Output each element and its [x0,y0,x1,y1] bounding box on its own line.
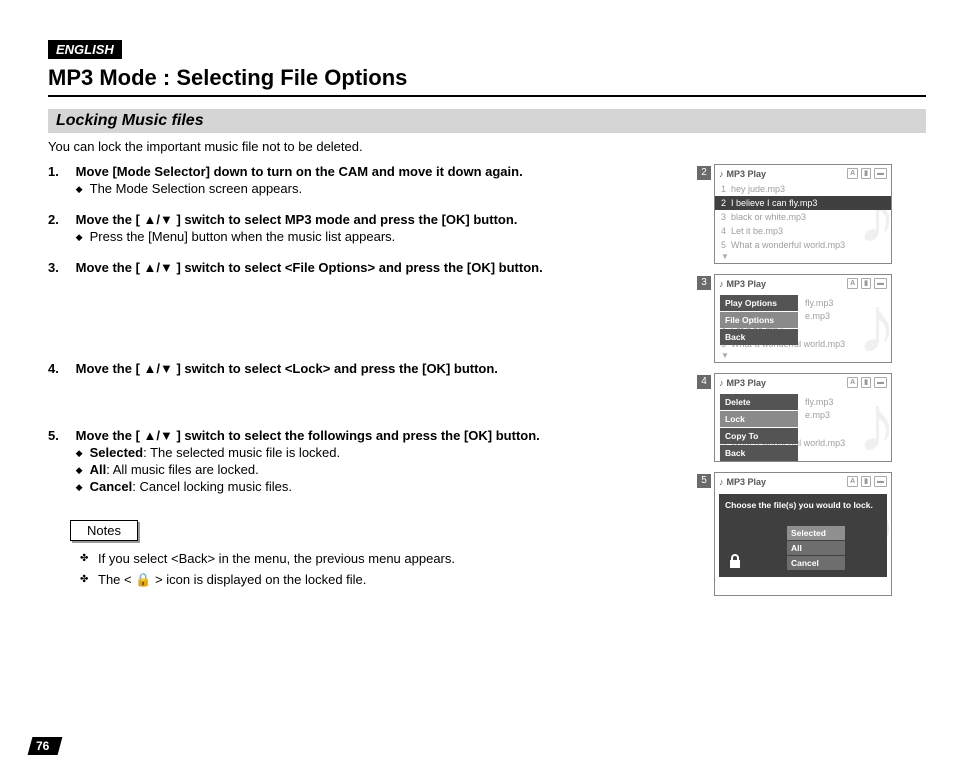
confirm-message: Choose the file(s) you would to lock. [725,500,881,510]
screens-column: 2 ♪ ♪ MP3 Play A▮▬ 1 hey jude.mp3 2 I be… [714,164,912,606]
notes-section: Notes If you select <Back> in the menu, … [70,520,698,588]
menu-lock[interactable]: Lock [720,411,798,427]
music-note-icon: ♪ [719,378,724,388]
menu-file-options[interactable]: File Options [720,312,798,328]
screen-step-badge: 2 [697,166,711,180]
options-menu: Play Options File Options Back [720,295,798,346]
screen-title: MP3 Play [727,477,767,487]
device-screen-4: ♪ ♪ MP3 Play A▮▬ fly.mp3 e.mp3 5 What a … [714,373,892,462]
screen-step-badge: 3 [697,276,711,290]
scroll-down-icon: ▼ [715,252,891,263]
menu-delete[interactable]: Delete [720,394,798,410]
step-2: 2. Move the [ ▲/▼ ] switch to select MP3… [48,212,698,244]
screen-title: MP3 Play [727,378,767,388]
step-heading: Move the [ ▲/▼ ] switch to select MP3 mo… [76,212,518,227]
music-note-icon: ♪ [719,279,724,289]
note-item: If you select <Back> in the menu, the pr… [70,551,698,566]
step-sub: Cancel: Cancel locking music files. [76,479,686,494]
section-subtitle: Locking Music files [48,109,926,133]
step-5: 5. Move the [ ▲/▼ ] switch to select the… [48,428,698,494]
screen-step-badge: 5 [697,474,711,488]
step-heading: Move the [ ▲/▼ ] switch to select <Lock>… [76,361,498,376]
notes-label: Notes [70,520,138,541]
page-number-badge: 76 [28,735,62,757]
device-screen-3: ♪ ♪ MP3 Play A▮▬ fly.mp3 e.mp3 4 Let it … [714,274,892,363]
step-4: 4. Move the [ ▲/▼ ] switch to select <Lo… [48,361,698,376]
page-title: MP3 Mode : Selecting File Options [48,65,926,97]
step-3: 3. Move the [ ▲/▼ ] switch to select <Fi… [48,260,698,275]
language-badge: ENGLISH [48,40,122,59]
scroll-down-icon: ▼ [715,351,891,362]
step-sub: Press the [Menu] button when the music l… [76,229,686,244]
lock-icon [727,553,743,571]
step-heading: Move [Mode Selector] down to turn on the… [76,164,523,179]
device-screen-2: ♪ ♪ MP3 Play A▮▬ 1 hey jude.mp3 2 I beli… [714,164,892,264]
music-note-icon: ♪ [719,169,724,179]
note-item: The < 🔒 > icon is displayed on the locke… [70,572,698,588]
status-icons: A▮▬ [847,377,887,388]
step-heading: Move the [ ▲/▼ ] switch to select the fo… [76,428,540,443]
intro-text: You can lock the important music file no… [48,139,926,154]
confirm-all[interactable]: All [787,541,845,555]
menu-back[interactable]: Back [720,329,798,345]
status-icons: A▮▬ [847,168,887,179]
step-sub: All: All music files are locked. [76,462,686,477]
status-icons: A▮▬ [847,278,887,289]
confirm-dialog: Choose the file(s) you would to lock. Se… [719,494,887,577]
menu-back[interactable]: Back [720,445,798,461]
step-number: 1. [48,164,72,179]
device-screen-5: ♪ ♪ MP3 Play A▮▬ Choose the file(s) you … [714,472,892,596]
step-number: 3. [48,260,72,275]
screen-title: MP3 Play [727,169,767,179]
step-number: 5. [48,428,72,443]
steps-column: 1. Move [Mode Selector] down to turn on … [48,164,698,606]
screen-title: MP3 Play [727,279,767,289]
step-1: 1. Move [Mode Selector] down to turn on … [48,164,698,196]
screen-step-badge: 4 [697,375,711,389]
confirm-cancel[interactable]: Cancel [787,556,845,570]
step-sub: The Mode Selection screen appears. [76,181,686,196]
confirm-selected[interactable]: Selected [787,526,845,540]
menu-play-options[interactable]: Play Options [720,295,798,311]
music-note-icon: ♪ [719,477,724,487]
step-sub: Selected: The selected music file is loc… [76,445,686,460]
status-icons: A▮▬ [847,476,887,487]
menu-copy-to[interactable]: Copy To [720,428,798,444]
step-number: 2. [48,212,72,227]
file-options-menu: Delete Lock Copy To Back [720,394,798,462]
step-heading: Move the [ ▲/▼ ] switch to select <File … [76,260,543,275]
step-number: 4. [48,361,72,376]
